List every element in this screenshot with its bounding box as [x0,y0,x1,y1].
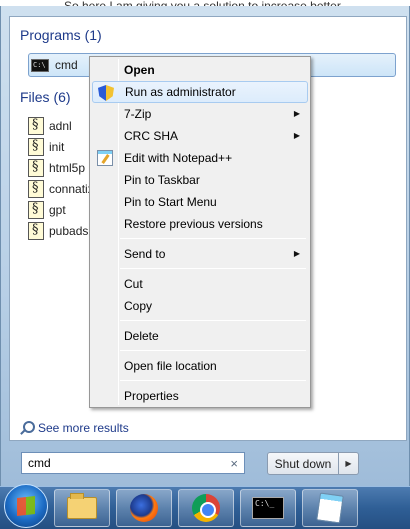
taskbar-notepad[interactable] [302,489,358,527]
see-more-results-link[interactable]: See more results [20,421,129,435]
cmd-icon: C:\ [31,58,49,72]
shutdown-button[interactable]: Shut down [267,452,339,475]
menu-item-copy[interactable]: Copy [92,295,308,317]
taskbar-explorer[interactable] [54,489,110,527]
menu-item-delete[interactable]: Delete [92,325,308,347]
firefox-icon [130,494,158,522]
file-item[interactable]: connatix [28,178,94,199]
see-more-label: See more results [38,421,129,435]
search-box[interactable]: × [21,452,245,474]
file-item[interactable]: init [28,136,94,157]
file-item[interactable]: gpt [28,199,94,220]
file-item[interactable]: html5p [28,157,94,178]
menu-item-label: Run as administrator [125,85,236,99]
taskbar-firefox[interactable] [116,489,172,527]
shield-icon [98,85,114,101]
programs-header[interactable]: Programs (1) [20,27,102,43]
script-file-icon [28,116,44,135]
submenu-arrow-icon: ▶ [293,109,300,118]
magnifier-icon [20,421,35,435]
context-menu: Open Run as administrator 7-Zip ▶ CRC SH… [89,56,311,408]
menu-item-label: Send to [124,247,166,261]
chrome-icon [192,494,220,522]
start-button[interactable] [4,484,48,528]
script-file-icon [28,158,44,177]
menu-item-open-file-location[interactable]: Open file location [92,355,308,377]
menu-item-send-to[interactable]: Send to ▶ [92,243,308,265]
folder-icon [67,493,97,519]
menu-separator [120,268,306,269]
program-label: cmd [55,58,78,72]
taskbar-cmd[interactable]: C:\_ [240,489,296,527]
notepad-icon [316,492,344,524]
search-input[interactable] [28,456,218,470]
menu-item-7zip[interactable]: 7-Zip ▶ [92,103,308,125]
console-icon: C:\_ [252,497,284,519]
menu-item-pin-to-taskbar[interactable]: Pin to Taskbar [92,169,308,191]
menu-separator [120,238,306,239]
clear-search-icon[interactable]: × [230,456,238,471]
file-label: html5p [49,160,86,175]
menu-item-run-as-administrator[interactable]: Run as administrator [92,81,308,103]
menu-item-pin-to-start-menu[interactable]: Pin to Start Menu [92,191,308,213]
script-file-icon [28,221,44,240]
submenu-arrow-icon: ▶ [293,249,300,258]
menu-item-restore-previous-versions[interactable]: Restore previous versions [92,213,308,235]
file-label: gpt [49,202,66,217]
menu-item-cut[interactable]: Cut [92,273,308,295]
file-label: adnl [49,118,72,133]
menu-item-label: CRC SHA [124,129,179,143]
script-file-icon [28,179,44,198]
menu-item-edit-with-notepadpp[interactable]: Edit with Notepad++ [92,147,308,169]
menu-item-label: 7-Zip [124,107,152,121]
taskbar: C:\_ [0,484,410,529]
file-item[interactable]: pubads [28,220,94,241]
menu-item-crc-sha[interactable]: CRC SHA ▶ [92,125,308,147]
taskbar-chrome[interactable] [178,489,234,527]
file-label: pubads [49,223,89,238]
menu-item-open[interactable]: Open [92,59,308,81]
file-list: adnl init html5p connatix gpt pubads [28,115,94,241]
menu-item-label: Edit with Notepad++ [124,151,233,165]
menu-separator [120,320,306,321]
script-file-icon [28,200,44,219]
menu-item-properties[interactable]: Properties [92,385,308,407]
script-file-icon [28,137,44,156]
file-item[interactable]: adnl [28,115,94,136]
menu-separator [120,380,306,381]
menu-separator [120,350,306,351]
shutdown-options-arrow-icon[interactable]: ▶ [339,452,359,475]
submenu-arrow-icon: ▶ [293,131,300,140]
notepad-plus-plus-icon [97,150,113,166]
files-header[interactable]: Files (6) [20,89,71,105]
file-label: init [49,139,65,154]
file-label: connatix [49,181,94,196]
shutdown-group: Shut down ▶ [267,452,359,475]
